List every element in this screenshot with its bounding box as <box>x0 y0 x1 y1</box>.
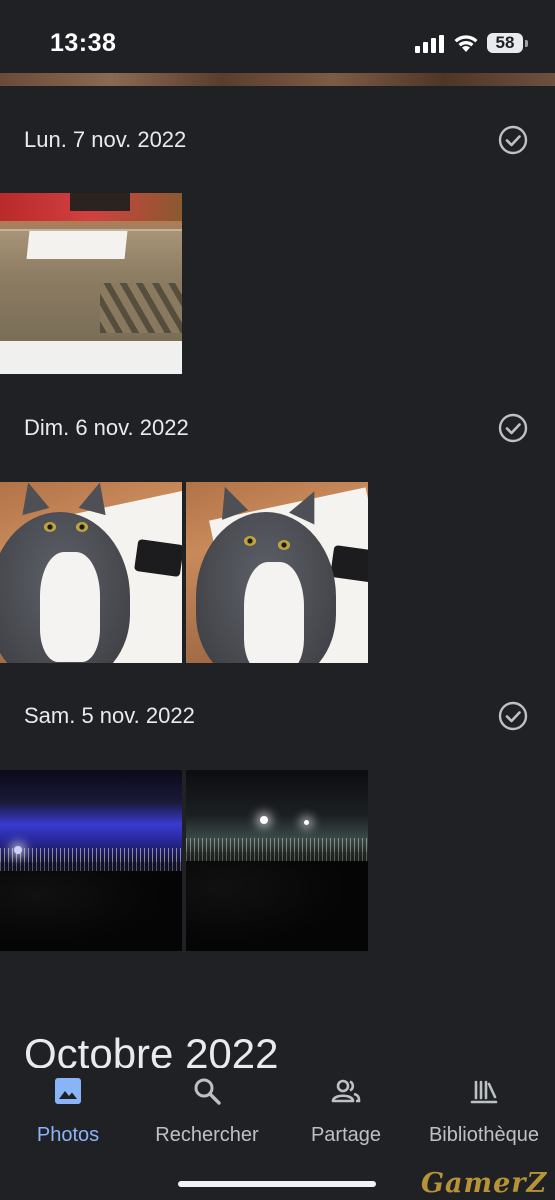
battery-icon: 58 <box>487 33 531 55</box>
wifi-icon <box>454 35 478 52</box>
photos-icon <box>55 1078 81 1104</box>
concert-photo[interactable] <box>186 770 368 951</box>
battery-level: 58 <box>495 33 515 52</box>
search-icon <box>194 1078 221 1105</box>
people-icon <box>331 1079 361 1103</box>
nav-label: Partage <box>310 1124 382 1146</box>
concert-photo[interactable] <box>0 770 182 951</box>
nav-label: Bibliothèque <box>428 1124 540 1146</box>
home-indicator[interactable] <box>178 1181 376 1187</box>
cardboard-box-photo[interactable] <box>0 193 182 374</box>
status-bar: 13:38 58 <box>0 0 555 75</box>
watermark: GamerZ <box>421 1168 548 1199</box>
nav-label: Photos <box>36 1124 100 1146</box>
signal-icon <box>415 35 444 53</box>
select-all-check-icon[interactable] <box>497 412 529 444</box>
nav-tab-library[interactable]: Bibliothèque <box>414 1076 554 1146</box>
date-header: Lun. 7 nov. 2022 <box>24 127 187 152</box>
previous-photo-strip[interactable] <box>0 73 555 86</box>
select-all-check-icon[interactable] <box>497 124 529 156</box>
select-all-check-icon[interactable] <box>497 700 529 732</box>
cat-photo[interactable] <box>186 482 368 663</box>
date-header: Dim. 6 nov. 2022 <box>24 415 189 440</box>
nav-tab-search[interactable]: Rechercher <box>137 1076 277 1146</box>
nav-label: Rechercher <box>155 1124 259 1146</box>
cat-photo[interactable] <box>0 482 182 663</box>
nav-tab-photos[interactable]: Photos <box>0 1076 138 1146</box>
status-time: 13:38 <box>50 29 117 57</box>
library-icon <box>470 1080 498 1104</box>
date-header: Sam. 5 nov. 2022 <box>24 703 195 728</box>
nav-tab-sharing[interactable]: Partage <box>276 1076 416 1146</box>
